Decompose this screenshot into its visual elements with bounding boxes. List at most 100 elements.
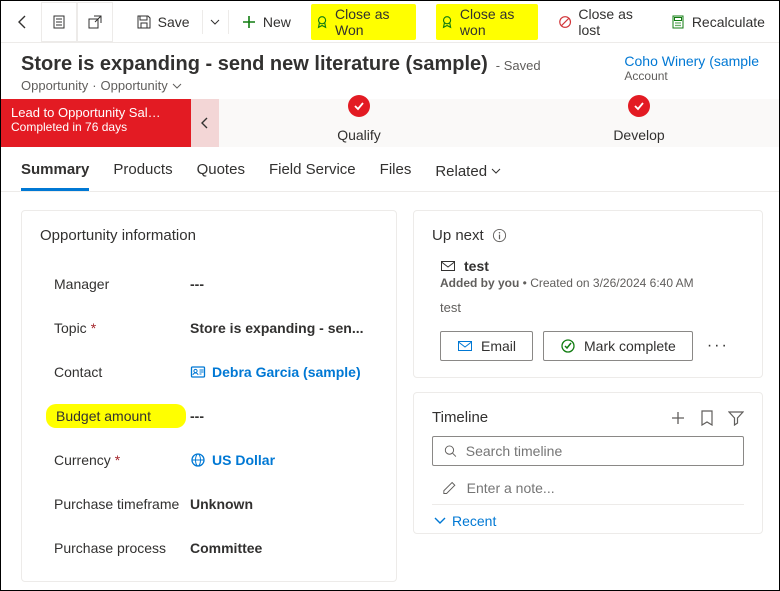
field-value: Store is expanding - sen... [190, 320, 363, 336]
chevron-left-icon [200, 116, 210, 130]
stage-qualify[interactable]: Qualify [219, 99, 499, 147]
more-actions-button[interactable]: ··· [703, 333, 733, 359]
tab-files[interactable]: Files [380, 161, 412, 191]
bpf-subtitle: Completed in 76 days [11, 120, 181, 134]
field-label: Purchase process [40, 540, 190, 556]
field-label: Topic* [40, 320, 190, 336]
field-label: Manager [40, 276, 190, 292]
envelope-icon [457, 338, 473, 354]
arrow-left-icon [15, 14, 31, 30]
up-next-section: Up next test Added by you • Created on 3… [413, 210, 763, 378]
field-value: Unknown [190, 496, 253, 512]
form-body: Opportunity information Manager --- Topi… [1, 192, 779, 582]
new-button[interactable]: New [231, 2, 301, 42]
breadcrumb-form: Opportunity [101, 78, 168, 93]
plus-icon [241, 14, 257, 30]
close-won-1-label: Close as Won [335, 6, 412, 38]
complete-label: Mark complete [584, 338, 676, 354]
saved-status: - Saved [496, 58, 541, 73]
tab-related-label: Related [435, 163, 487, 180]
close-as-lost-button[interactable]: Close as lost [548, 2, 660, 42]
field-purchase-process[interactable]: Purchase process Committee [40, 526, 378, 570]
timeline-title: Timeline [432, 409, 488, 426]
save-dropdown[interactable] [204, 2, 226, 42]
recalculate-button[interactable]: Recalculate [660, 2, 775, 42]
business-process-flow: Lead to Opportunity Sal… Completed in 76… [1, 99, 779, 147]
stage-develop[interactable]: Develop [499, 99, 779, 147]
account-sub: Account [624, 69, 759, 83]
popout-button[interactable] [77, 2, 113, 42]
tab-quotes[interactable]: Quotes [197, 161, 245, 191]
email-button[interactable]: Email [440, 331, 533, 361]
field-currency[interactable]: Currency* US Dollar [40, 438, 378, 482]
breadcrumb-entity: Opportunity [21, 78, 88, 93]
close-as-won-button-1[interactable]: Close as Won [301, 2, 426, 42]
stage-develop-label: Develop [613, 127, 664, 143]
field-value: --- [190, 276, 204, 292]
separator [202, 10, 203, 34]
checkmark-circle-icon [560, 338, 576, 354]
chevron-down-icon [491, 168, 501, 174]
save-button[interactable]: Save [126, 2, 200, 42]
timeline-note-input[interactable] [432, 472, 744, 505]
field-purchase-timeframe[interactable]: Purchase timeframe Unknown [40, 482, 378, 526]
list-view-button[interactable] [41, 2, 77, 42]
field-value[interactable]: Debra Garcia (sample) [190, 364, 361, 380]
close-as-won-button-2[interactable]: Close as won [426, 2, 548, 42]
new-label: New [263, 14, 291, 30]
opportunity-info-section: Opportunity information Manager --- Topi… [21, 210, 397, 582]
calculator-icon [670, 14, 686, 30]
chevron-down-icon [434, 517, 446, 525]
back-button[interactable] [5, 2, 41, 42]
tab-products[interactable]: Products [113, 161, 172, 191]
record-header: Store is expanding - send new literature… [1, 43, 779, 99]
activity-title-row[interactable]: test [440, 258, 744, 274]
bpf-process-name[interactable]: Lead to Opportunity Sal… Completed in 76… [1, 99, 191, 147]
section-title: Opportunity information [40, 227, 378, 244]
envelope-icon [440, 258, 456, 274]
close-lost-label: Close as lost [578, 6, 649, 38]
email-label: Email [481, 338, 516, 354]
timeline-search-input[interactable] [466, 443, 733, 459]
plus-icon[interactable] [670, 410, 686, 426]
field-label: Budget amount [46, 404, 186, 428]
mark-complete-button[interactable]: Mark complete [543, 331, 693, 361]
account-link[interactable]: Coho Winery (sample [624, 53, 759, 69]
timeline-section: Timeline Recent [413, 392, 763, 534]
bpf-back-button[interactable] [191, 99, 219, 147]
bpf-title: Lead to Opportunity Sal… [11, 105, 181, 120]
ribbon-icon [440, 14, 454, 30]
note-field[interactable] [467, 480, 734, 496]
field-topic[interactable]: Topic* Store is expanding - sen... [40, 306, 378, 350]
field-label: Currency* [40, 452, 190, 468]
activity-body: test [440, 300, 744, 315]
tab-summary[interactable]: Summary [21, 161, 89, 191]
timeline-search[interactable] [432, 436, 744, 466]
filter-icon[interactable] [728, 410, 744, 426]
recalculate-label: Recalculate [692, 14, 765, 30]
separator [228, 10, 229, 34]
field-value[interactable]: US Dollar [190, 452, 275, 468]
chevron-down-icon [210, 19, 220, 25]
field-budget-amount[interactable]: Budget amount --- [40, 394, 378, 438]
tab-field-service[interactable]: Field Service [269, 161, 356, 191]
info-icon[interactable] [492, 228, 507, 243]
field-label: Purchase timeframe [40, 496, 190, 512]
contact-card-icon [190, 364, 206, 380]
tab-related[interactable]: Related [435, 161, 501, 191]
form-tabs: Summary Products Quotes Field Service Fi… [1, 147, 779, 192]
field-manager[interactable]: Manager --- [40, 262, 378, 306]
stage-qualify-label: Qualify [337, 127, 381, 143]
chevron-down-icon[interactable] [172, 83, 182, 89]
save-label: Save [158, 14, 190, 30]
activity-title: test [464, 258, 489, 274]
breadcrumb: Opportunity · Opportunity [21, 78, 541, 93]
ribbon-icon [315, 14, 329, 30]
close-won-2-label: Close as won [460, 6, 534, 38]
recent-label: Recent [452, 513, 496, 529]
field-contact[interactable]: Contact Debra Garcia (sample) [40, 350, 378, 394]
timeline-recent-toggle[interactable]: Recent [432, 505, 744, 529]
bookmark-icon[interactable] [700, 410, 714, 426]
activity-meta: Added by you • Created on 3/26/2024 6:40… [440, 276, 744, 290]
search-icon [443, 443, 458, 459]
